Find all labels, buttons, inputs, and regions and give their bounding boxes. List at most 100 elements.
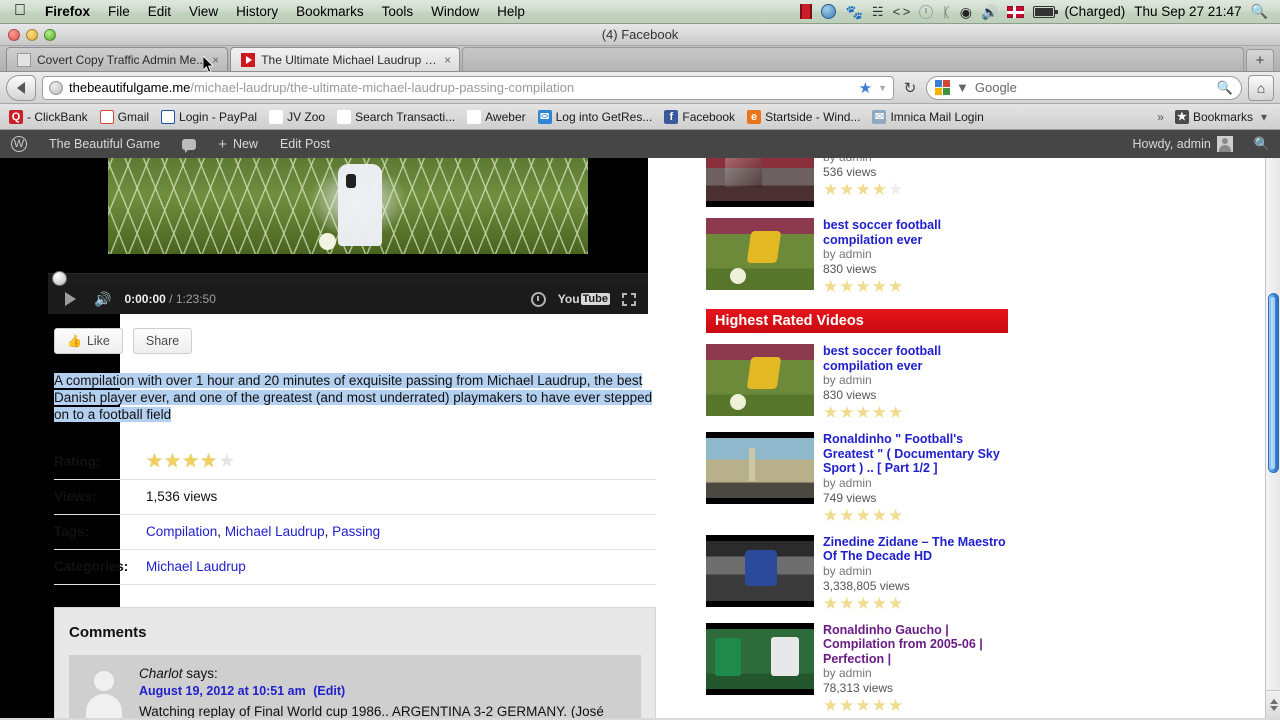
paw-icon[interactable]: 🐾 [845, 3, 862, 21]
wp-edit-post-button[interactable]: Edit Post [269, 130, 341, 158]
video-seek-bar[interactable] [48, 271, 648, 286]
search-input[interactable]: ▼ Google 🔍 [926, 75, 1242, 100]
list-item[interactable]: Ronaldinho Gaucho | Compilation from 200… [706, 618, 1008, 719]
list-item[interactable]: best soccer football compilation ever by… [706, 339, 1008, 427]
back-button[interactable] [6, 74, 36, 101]
star-filled-icon[interactable]: ★ [200, 452, 217, 471]
video-rating-stars[interactable]: ★ ★ ★ ★ ★ [823, 278, 1008, 295]
comment-date[interactable]: August 19, 2012 at 10:51 am [139, 684, 306, 698]
wp-logo-button[interactable]: W [0, 130, 38, 158]
clock-icon[interactable] [919, 3, 934, 21]
menu-edit[interactable]: Edit [139, 4, 180, 19]
video-rating-stars[interactable]: ★ ★ ★ ★ ★ [823, 595, 1008, 612]
bookmark-startside[interactable]: e Startside - Wind... [742, 108, 865, 126]
address-bar[interactable]: thebeautifulgame.me/michael-laudrup/the-… [42, 75, 894, 100]
rating-stars[interactable]: ★ ★ ★ ★ ★ [146, 452, 235, 471]
bookmarks-menu-button[interactable]: ★ Bookmarks ▾ [1170, 108, 1276, 126]
globe-icon[interactable] [821, 3, 837, 21]
comment-edit-link[interactable]: (Edit) [313, 684, 345, 698]
seek-handle[interactable] [52, 271, 67, 286]
video-rating-stars[interactable]: ★ ★ ★ ★ ★ [823, 697, 1008, 714]
menu-window[interactable]: Window [422, 4, 488, 19]
star-filled-icon[interactable]: ★ [182, 452, 199, 471]
film-icon[interactable] [800, 3, 813, 21]
scrollbar-arrows[interactable] [1266, 690, 1280, 718]
bookmark-star-icon[interactable]: ★ [859, 79, 872, 97]
code-icon[interactable]: < > [893, 3, 912, 21]
menu-clock[interactable]: Thu Sep 27 21:47 [1134, 3, 1241, 21]
fullscreen-icon[interactable] [622, 292, 636, 306]
video-title-link[interactable]: best soccer football compilation ever [823, 344, 1008, 373]
bookmark-jvzoo[interactable]: N JV Zoo [264, 108, 330, 126]
antenna-icon[interactable]: ☵ [872, 3, 884, 21]
settings-clock-icon[interactable] [530, 291, 546, 307]
search-engine-caret-icon[interactable]: ▼ [956, 80, 969, 95]
video-rating-stars[interactable]: ★ ★ ★ ★ ★ [823, 507, 1008, 524]
scrollbar-thumb[interactable] [1268, 293, 1279, 473]
menu-tools[interactable]: Tools [373, 4, 423, 19]
video-title-link[interactable]: Ronaldinho " Football's Greatest " ( Doc… [823, 432, 1008, 476]
danish-flag-icon[interactable] [1007, 3, 1025, 21]
list-item[interactable]: best soccer football compilation ever by… [706, 213, 1008, 301]
bookmark-gmail[interactable]: M Gmail [95, 108, 154, 126]
bookmark-imnica-mail[interactable]: ✉ Imnica Mail Login [867, 108, 988, 126]
bookmark-facebook[interactable]: f Facebook [659, 108, 740, 126]
tab-michael-laudrup[interactable]: The Ultimate Michael Laudrup P... × [230, 47, 461, 71]
star-filled-icon[interactable]: ★ [164, 452, 181, 471]
tag-link[interactable]: Michael Laudrup [225, 524, 325, 539]
video-rating-stars[interactable]: ★ ★ ★ ★ ★ [823, 404, 1008, 421]
star-empty-icon[interactable]: ★ [218, 452, 235, 471]
like-button[interactable]: 👍 Like [54, 328, 123, 354]
scroll-up-icon[interactable] [1269, 698, 1278, 704]
menu-view[interactable]: View [180, 4, 227, 19]
bookmark-aweber[interactable]: (Aweber [462, 108, 530, 126]
bookmark-paypal[interactable]: P Login - PayPal [156, 108, 262, 126]
wp-comments-button[interactable] [171, 130, 207, 158]
wp-site-name[interactable]: The Beautiful Game [38, 130, 171, 158]
bookmark-search-transactions[interactable]: N Search Transacti... [332, 108, 460, 126]
bookmark-getresponse[interactable]: ✉ Log into GetRes... [533, 108, 658, 126]
video-frame[interactable] [48, 158, 648, 273]
play-button[interactable] [56, 292, 85, 306]
menu-firefox[interactable]: Firefox [36, 4, 99, 19]
spotlight-search-icon[interactable]: 🔍 [1251, 3, 1268, 21]
bookmark-clickbank[interactable]: Q - ClickBank [4, 108, 93, 126]
apple-icon[interactable]:  [6, 2, 36, 21]
share-button[interactable]: Share [132, 328, 193, 354]
chevron-down-icon[interactable]: ▼ [878, 83, 887, 93]
menu-help[interactable]: Help [488, 4, 534, 19]
tab-covert-copy-traffic[interactable]: Covert Copy Traffic Admin Me... × [6, 47, 229, 71]
wp-howdy-menu[interactable]: Howdy, admin [1122, 130, 1244, 158]
menu-bookmarks[interactable]: Bookmarks [287, 4, 373, 19]
menu-history[interactable]: History [227, 4, 287, 19]
list-item[interactable]: Zinedine Zidane – The Maestro Of The Dec… [706, 530, 1008, 618]
video-title-link[interactable]: Zinedine Zidane – The Maestro Of The Dec… [823, 535, 1008, 564]
tag-link[interactable]: Compilation [146, 524, 217, 539]
wifi-icon[interactable]: ◉ [960, 3, 972, 21]
star-filled-icon[interactable]: ★ [146, 452, 163, 471]
list-item[interactable]: Compilation by admin 536 views ★★★★★ [706, 158, 1008, 213]
video-thumbnail[interactable] [706, 158, 814, 207]
home-button[interactable]: ⌂ [1248, 74, 1274, 101]
tag-link[interactable]: Passing [332, 524, 380, 539]
category-link[interactable]: Michael Laudrup [146, 559, 246, 574]
search-icon[interactable]: 🔍 [1217, 80, 1233, 96]
video-title-link[interactable]: best soccer football compilation ever [823, 218, 1008, 247]
menu-file[interactable]: File [99, 4, 139, 19]
video-thumbnail[interactable] [706, 344, 814, 416]
video-rating-stars[interactable]: ★ ★ ★ ★ ★ [823, 181, 1008, 198]
vertical-scrollbar[interactable] [1265, 158, 1280, 718]
video-title-link[interactable]: Ronaldinho Gaucho | Compilation from 200… [823, 623, 1008, 667]
wp-new-button[interactable]: + New [207, 130, 269, 158]
tab-close-icon[interactable]: × [444, 53, 451, 67]
list-item[interactable]: Ronaldinho " Football's Greatest " ( Doc… [706, 427, 1008, 530]
video-thumbnail[interactable] [706, 218, 814, 290]
volume-icon[interactable]: 🔊 [981, 3, 998, 21]
video-thumbnail[interactable] [706, 432, 814, 504]
new-tab-button[interactable]: + [1246, 49, 1274, 71]
scroll-down-icon[interactable] [1269, 705, 1278, 711]
battery-icon[interactable] [1033, 3, 1059, 21]
volume-button[interactable]: 🔊 [85, 291, 120, 308]
video-thumbnail[interactable] [706, 534, 814, 607]
wp-search-icon[interactable]: 🔍 [1244, 136, 1280, 152]
